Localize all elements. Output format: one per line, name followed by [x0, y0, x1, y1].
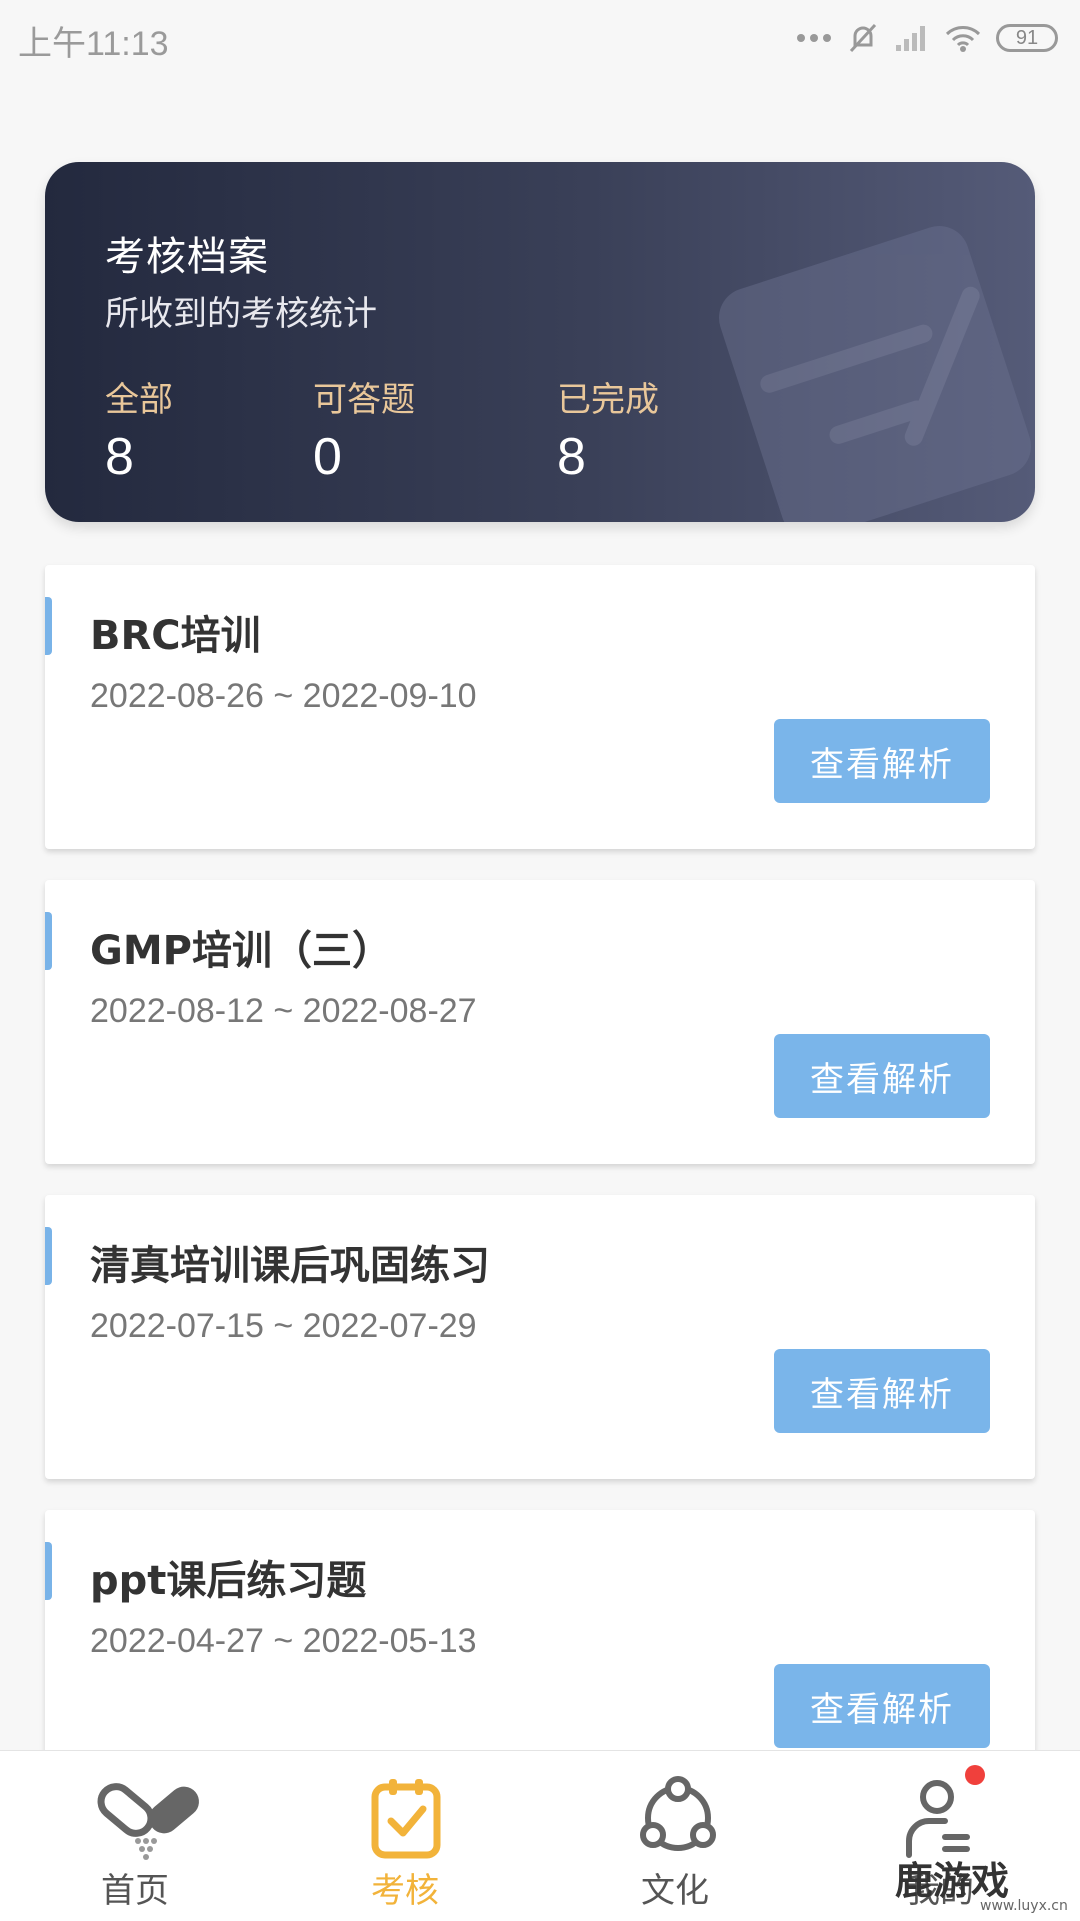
- mute-icon: [849, 23, 877, 53]
- exam-title: BRC培训: [90, 613, 261, 659]
- stat-value: 8: [557, 428, 586, 486]
- stat-answerable: 可答题 0: [313, 372, 415, 487]
- watermark-url: www.luyx.cn: [980, 1898, 1068, 1914]
- battery-icon: 91: [996, 24, 1058, 52]
- watermark: 鹿游戏: [895, 1858, 1010, 1903]
- stat-label: 可答题: [313, 380, 415, 420]
- document-decoration-icon: [718, 225, 1032, 522]
- nav-label-exam: 考核: [371, 1871, 439, 1911]
- accent-bar: [45, 1227, 52, 1285]
- notification-dot: [965, 1765, 985, 1785]
- status-time: 上午11:13: [18, 25, 169, 63]
- view-analysis-button[interactable]: 查看解析: [774, 1664, 990, 1748]
- accent-bar: [45, 597, 52, 655]
- summary-subtitle: 所收到的考核统计: [105, 294, 377, 334]
- signal-icon: [896, 26, 925, 51]
- clipboard-check-icon: [371, 1779, 441, 1859]
- accent-bar: [45, 912, 52, 970]
- stat-value: 0: [313, 428, 342, 486]
- exam-title: 清真培训课后巩固练习: [90, 1243, 490, 1289]
- nav-item-home[interactable]: 首页: [35, 1751, 235, 1921]
- stat-completed: 已完成 8: [557, 372, 659, 487]
- status-icons: 91: [796, 18, 1058, 58]
- exam-dates: 2022-07-15 ~ 2022-07-29: [90, 1307, 477, 1345]
- nav-label-home: 首页: [101, 1871, 169, 1911]
- exam-card[interactable]: BRC培训 2022-08-26 ~ 2022-09-10 查看解析: [45, 565, 1035, 849]
- nav-label-culture: 文化: [641, 1871, 709, 1911]
- accent-bar: [45, 1542, 52, 1600]
- pill-icon: [97, 1783, 199, 1860]
- exam-dates: 2022-08-12 ~ 2022-08-27: [90, 992, 477, 1030]
- network-icon: [640, 1776, 716, 1851]
- battery-level: 91: [1015, 26, 1039, 49]
- stat-label: 已完成: [557, 380, 659, 420]
- dots-icon: [797, 34, 831, 42]
- exam-title: ppt课后练习题: [90, 1558, 367, 1604]
- exam-dates: 2022-04-27 ~ 2022-05-13: [90, 1622, 477, 1660]
- view-analysis-button[interactable]: 查看解析: [774, 1349, 990, 1433]
- status-bar: 上午11:13 91: [0, 0, 1080, 75]
- wifi-icon: [945, 26, 981, 52]
- stat-all: 全部 8: [105, 372, 173, 487]
- stat-value: 8: [105, 428, 134, 486]
- view-analysis-button[interactable]: 查看解析: [774, 719, 990, 803]
- view-analysis-button[interactable]: 查看解析: [774, 1034, 990, 1118]
- exam-card[interactable]: 清真培训课后巩固练习 2022-07-15 ~ 2022-07-29 查看解析: [45, 1195, 1035, 1479]
- summary-card: 考核档案 所收到的考核统计 全部 8 可答题 0 已完成 8: [45, 162, 1035, 522]
- exam-dates: 2022-08-26 ~ 2022-09-10: [90, 677, 477, 715]
- summary-title: 考核档案: [105, 234, 269, 280]
- exam-card[interactable]: GMP培训（三） 2022-08-12 ~ 2022-08-27 查看解析: [45, 880, 1035, 1164]
- nav-item-exam[interactable]: 考核: [305, 1751, 505, 1921]
- stat-label: 全部: [105, 380, 173, 420]
- exam-title: GMP培训（三）: [90, 928, 392, 974]
- nav-item-culture[interactable]: 文化: [575, 1751, 775, 1921]
